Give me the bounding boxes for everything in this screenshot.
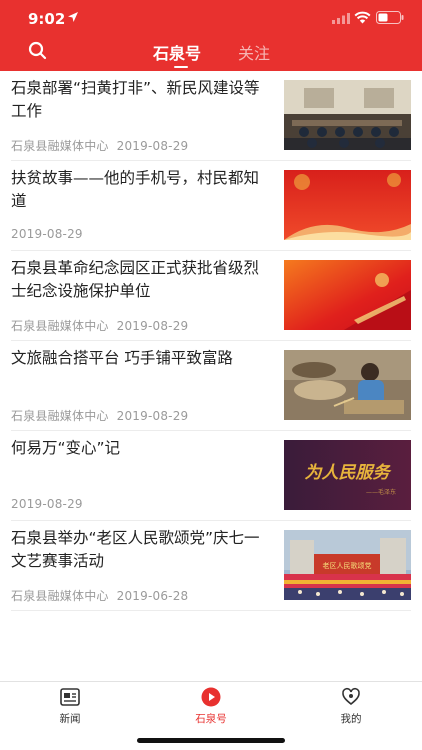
news-item-date: 2019-06-28 (116, 589, 189, 603)
news-item-meta: 2019-08-29 (11, 497, 83, 511)
tabbar-item-news[interactable]: 新闻 (40, 686, 100, 726)
news-item[interactable]: 何易万“变心”记 2019-08-29 为人民服务 ——毛泽东 (11, 431, 411, 521)
news-item[interactable]: 文旅融合搭平台 巧手铺平致富路 石泉县融媒体中心 2019-08-29 (11, 341, 411, 431)
news-item-title: 扶贫故事——他的手机号，村民都知道 (11, 169, 260, 210)
news-item-meta: 石泉县融媒体中心 2019-08-29 (11, 407, 188, 424)
news-item[interactable]: 扶贫故事——他的手机号，村民都知道 2019-08-29 (11, 161, 411, 251)
news-item-meta: 石泉县融媒体中心 2019-08-29 (11, 317, 188, 334)
tab-shiquanhao[interactable]: 石泉号 (153, 40, 201, 64)
status-time: 9:02 (28, 10, 66, 28)
news-item[interactable]: 石泉县举办“老区人民歌颂党”庆七一文艺赛事活动 石泉县融媒体中心 2019-06… (11, 521, 411, 611)
news-item[interactable]: 石泉县革命纪念园区正式获批省级烈士纪念设施保护单位 石泉县融媒体中心 2019-… (11, 251, 411, 341)
tabbar-item-shiquanhao[interactable]: 石泉号 (181, 686, 241, 726)
news-item-title: 石泉县革命纪念园区正式获批省级烈士纪念设施保护单位 (11, 259, 260, 300)
home-indicator (137, 738, 285, 743)
tabbar-item-profile[interactable]: 我的 (321, 686, 381, 726)
news-item-meta: 2019-08-29 (11, 227, 83, 241)
news-item-thumbnail (284, 350, 411, 420)
active-tab-indicator (174, 66, 188, 68)
thumbnail-signature: ——毛泽东 (366, 488, 396, 496)
news-item-date: 2019-08-29 (11, 227, 83, 241)
tabbar-label: 我的 (340, 713, 362, 725)
profile-icon (342, 687, 360, 706)
thumbnail-calligraphy-text: 为人民服务 (305, 463, 393, 483)
thumbnail-banner-text: 老区人民歌颂党 (323, 561, 372, 570)
news-item-source: 石泉县融媒体中心 (11, 319, 109, 333)
tabbar-label: 新闻 (59, 713, 81, 725)
tab-follow[interactable]: 关注 (238, 40, 270, 64)
tabbar-label: 石泉号 (195, 713, 227, 725)
news-item-title: 石泉县举办“老区人民歌颂党”庆七一文艺赛事活动 (11, 529, 260, 570)
news-item-thumbnail (284, 80, 411, 150)
news-item-date: 2019-08-29 (116, 319, 189, 333)
news-item-source: 石泉县融媒体中心 (11, 139, 109, 153)
news-item-title: 文旅融合搭平台 巧手铺平致富路 (11, 349, 233, 367)
app-header: 9:02 石泉号 关注 (0, 0, 422, 71)
news-item-title: 何易万“变心”记 (11, 439, 121, 457)
battery-icon (376, 11, 404, 24)
play-icon (201, 687, 221, 707)
news-icon (60, 688, 80, 706)
status-bar: 9:02 (0, 0, 422, 38)
news-item-thumbnail: 为人民服务 ——毛泽东 (284, 440, 411, 510)
news-item-date: 2019-08-29 (116, 409, 189, 423)
news-item-title: 石泉部署“扫黄打非”、新民风建设等工作 (11, 79, 260, 120)
news-item-source: 石泉县融媒体中心 (11, 589, 109, 603)
news-item-meta: 石泉县融媒体中心 2019-08-29 (11, 137, 188, 154)
news-item-date: 2019-08-29 (11, 497, 83, 511)
cellular-signal-icon (332, 13, 350, 24)
news-item-thumbnail (284, 260, 411, 330)
news-item[interactable]: 石泉部署“扫黄打非”、新民风建设等工作 石泉县融媒体中心 2019-08-29 (11, 71, 411, 161)
news-item-thumbnail (284, 170, 411, 240)
news-item-thumbnail: 老区人民歌颂党 (284, 530, 411, 600)
news-item-date: 2019-08-29 (116, 139, 189, 153)
location-arrow-icon (68, 12, 78, 22)
wifi-icon (354, 11, 371, 24)
news-item-source: 石泉县融媒体中心 (11, 409, 109, 423)
news-item-meta: 石泉县融媒体中心 2019-06-28 (11, 587, 188, 604)
search-icon[interactable] (28, 41, 48, 61)
